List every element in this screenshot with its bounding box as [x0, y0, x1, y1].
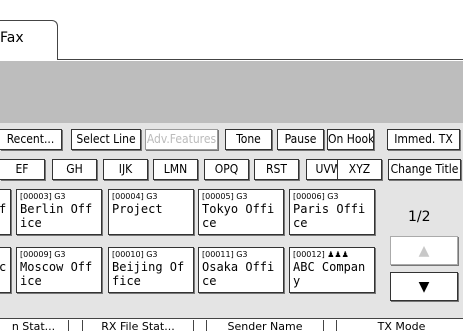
bottom-tab-label: Sender Name: [227, 320, 303, 331]
destination-key-00012[interactable]: [00012] ♟♟♟ ABC Compan y: [289, 247, 375, 293]
adv-features-label: Adv.Features: [146, 132, 217, 146]
destination-key-00006[interactable]: [00006] G3 Paris Offi ce: [289, 189, 375, 235]
destination-key-00009[interactable]: [00009] G3 Moscow Off ice: [16, 247, 102, 293]
title-tab-label: XYZ: [348, 162, 371, 176]
address-panel: Recent... Select Line Adv.Features Tone …: [0, 123, 463, 331]
destination-name: Tokyo Offi ce: [202, 202, 274, 230]
name-line-1: Beijing Of: [112, 260, 185, 274]
destination-number: [00009] G3: [20, 250, 66, 259]
destination-name: Project: [112, 202, 163, 216]
title-tab-ef[interactable]: EF: [0, 159, 45, 180]
name-line-1: Paris Offi: [293, 202, 366, 216]
title-tab-opq[interactable]: OPQ: [204, 159, 249, 180]
destination-name: Beijing Of fice: [112, 260, 184, 288]
pause-button[interactable]: Pause: [277, 129, 324, 150]
bottom-tab-sender-name[interactable]: Sender Name: [206, 320, 324, 331]
name-line-2: fice: [112, 274, 141, 288]
immed-tx-label: Immed. TX: [394, 132, 453, 146]
name-line-1: Berlin Off: [20, 202, 93, 216]
name-line-1: ABC Compan: [293, 260, 366, 274]
destination-number: [00012] ♟♟♟: [293, 250, 349, 259]
name-line-2: ce: [293, 216, 308, 230]
title-tab-lmn[interactable]: LMN: [153, 159, 198, 180]
change-title-button[interactable]: Change Title: [388, 159, 461, 180]
page-indicator: 1/2: [408, 209, 431, 225]
name-line-1: Project: [112, 202, 163, 216]
bottom-tab-label: RX File Stat...: [101, 320, 175, 331]
title-tab-label: IJK: [118, 162, 133, 176]
destination-display-area: [0, 61, 463, 123]
on-hook-button[interactable]: On Hook: [327, 129, 374, 150]
title-tab-label: GH: [66, 162, 83, 176]
name-line-2: y: [293, 274, 301, 288]
title-tab-rst[interactable]: RST: [254, 159, 299, 180]
destination-name: Berlin Off ice: [20, 202, 92, 230]
tone-label: Tone: [236, 132, 261, 146]
destination-name: ABC Compan y: [293, 260, 365, 288]
destination-key-00005[interactable]: [00005] G3 Tokyo Offi ce: [198, 189, 284, 235]
select-line-button[interactable]: Select Line: [71, 129, 141, 150]
title-tab-xyz[interactable]: XYZ: [337, 159, 382, 180]
destination-number: [00004] G3: [112, 192, 158, 201]
destination-number: [00005] G3: [202, 192, 248, 201]
bottom-tab-rx-file-status[interactable]: RX File Stat...: [82, 320, 194, 331]
name-line-1: Moscow Off: [20, 260, 93, 274]
destination-number: [00006] G3: [293, 192, 339, 201]
recent-label: Recent...: [6, 132, 55, 146]
destination-number: [00003] G3: [20, 192, 66, 201]
destination-name: Paris Offi ce: [293, 202, 365, 230]
tab-strip: Fax: [0, 0, 463, 61]
name-line-1: Osaka Offi: [202, 260, 275, 274]
name-line-2: ice: [20, 216, 42, 230]
bottom-tab-label: TX Mode: [377, 320, 426, 331]
title-tab-label: RST: [266, 162, 287, 176]
immed-tx-button[interactable]: Immed. TX: [387, 129, 460, 150]
destination-key-partial[interactable]: f: [0, 189, 11, 235]
destination-name: Moscow Off ice: [20, 260, 92, 288]
tab-fax-label: Fax: [0, 30, 24, 46]
destination-key-00010[interactable]: [00010] G3 Beijing Of fice: [108, 247, 194, 293]
destination-key-00004[interactable]: [00004] G3 Project: [108, 189, 194, 235]
name-line-2: ce: [202, 274, 217, 288]
destination-key-00011[interactable]: [00011] G3 Osaka Offi ce: [198, 247, 284, 293]
destination-number: [00011] G3: [202, 250, 248, 259]
name-line-1: Tokyo Offi: [202, 202, 275, 216]
scroll-down-button[interactable]: ▼: [390, 272, 458, 301]
name-line-2: ice: [20, 274, 42, 288]
select-line-label: Select Line: [76, 132, 136, 146]
destination-key-00003[interactable]: [00003] G3 Berlin Off ice: [16, 189, 102, 235]
title-tab-label: OPQ: [214, 162, 239, 176]
title-tab-gh[interactable]: GH: [52, 159, 97, 180]
bottom-tab-label: n Stat...: [11, 320, 56, 331]
title-tab-label: LMN: [163, 162, 188, 176]
up-arrow-icon: ▲: [418, 243, 430, 259]
destination-key-partial[interactable]: c: [0, 247, 11, 293]
on-hook-label: On Hook: [328, 132, 374, 146]
tone-button[interactable]: Tone: [225, 129, 272, 150]
name-line-2: ce: [202, 216, 217, 230]
destination-name: Osaka Offi ce: [202, 260, 274, 288]
recent-button[interactable]: Recent...: [0, 129, 62, 150]
destination-partial-text: c: [0, 260, 6, 274]
scroll-up-button[interactable]: ▲: [390, 236, 458, 265]
bottom-tab-status[interactable]: n Stat...: [0, 320, 69, 331]
title-tab-label: EF: [15, 162, 29, 176]
tab-fax[interactable]: Fax: [0, 20, 58, 60]
destination-number: [00010] G3: [112, 250, 158, 259]
bottom-tab-strip: n Stat... RX File Stat... Sender Name TX…: [0, 318, 463, 331]
down-arrow-icon: ▼: [418, 279, 430, 295]
adv-features-button[interactable]: Adv.Features: [145, 129, 218, 150]
change-title-label: Change Title: [390, 162, 459, 176]
pause-label: Pause: [284, 132, 317, 146]
bottom-tab-tx-mode[interactable]: TX Mode: [336, 320, 463, 331]
title-tab-ijk[interactable]: IJK: [103, 159, 148, 180]
destination-partial-text: f: [0, 202, 6, 216]
